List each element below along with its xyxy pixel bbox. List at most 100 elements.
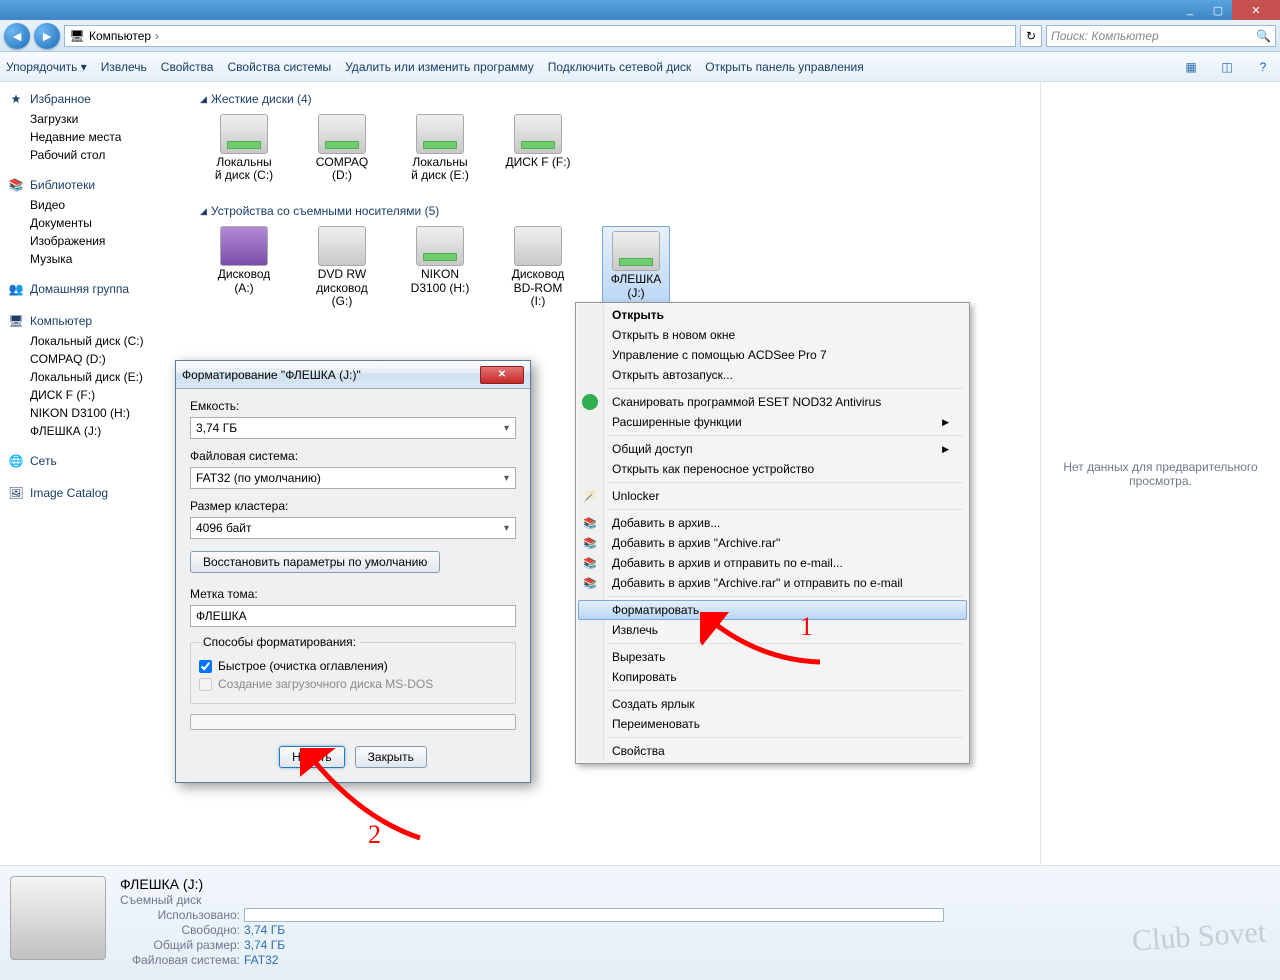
dialog-titlebar[interactable]: Форматирование "ФЛЕШКА (J:)" ✕ <box>176 361 530 389</box>
toolbar-uninstall[interactable]: Удалить или изменить программу <box>345 60 534 74</box>
close-button[interactable]: Закрыть <box>355 746 427 768</box>
minimize-button[interactable]: _ <box>1176 0 1204 20</box>
search-input[interactable]: Поиск: Компьютер 🔍 <box>1046 25 1276 47</box>
winrar-icon: 📚 <box>582 575 598 591</box>
ctx-shortcut[interactable]: Создать ярлык <box>578 694 967 714</box>
breadcrumb[interactable]: 🖥 Компьютер › <box>64 25 1016 47</box>
drive-g[interactable]: DVD RWдисковод(G:) <box>308 226 376 308</box>
preview-pane-icon[interactable]: ◫ <box>1216 56 1238 78</box>
ctx-cut[interactable]: Вырезать <box>578 647 967 667</box>
ctx-rar-email[interactable]: 📚Добавить в архив и отправить по e-mail.… <box>578 553 967 573</box>
sidebar-favorites[interactable]: ★Избранное <box>2 88 188 110</box>
sidebar-libraries[interactable]: 📚Библиотеки <box>2 174 188 196</box>
ctx-rename[interactable]: Переименовать <box>578 714 967 734</box>
sidebar-drive-f[interactable]: ДИСК F (F:) <box>2 386 188 404</box>
sidebar-desktop[interactable]: Рабочий стол <box>2 146 188 164</box>
ctx-autorun[interactable]: Открыть автозапуск... <box>578 365 967 385</box>
drive-j-selected[interactable]: ФЛЕШКА(J:) <box>602 226 670 308</box>
drive-icon <box>220 114 268 154</box>
filesystem-select[interactable]: FAT32 (по умолчанию) <box>190 467 516 489</box>
ctx-eject[interactable]: Извлечь <box>578 620 967 640</box>
collapse-icon: ◢ <box>200 94 207 105</box>
computer-icon: 🖥 <box>69 28 85 44</box>
drive-f[interactable]: ДИСК F (F:) <box>504 114 572 182</box>
ctx-copy[interactable]: Копировать <box>578 667 967 687</box>
details-used-label: Использовано: <box>120 908 240 922</box>
sidebar-computer[interactable]: 🖥Компьютер <box>2 310 188 332</box>
drive-icon <box>416 226 464 266</box>
drive-e[interactable]: Локальный диск (E:) <box>406 114 474 182</box>
ctx-properties[interactable]: Свойства <box>578 741 967 761</box>
sidebar-drive-j[interactable]: ФЛЕШКА (J:) <box>2 422 188 440</box>
toolbar-control-panel[interactable]: Открыть панель управления <box>705 60 864 74</box>
navigation-bar: ◄ ► 🖥 Компьютер › ↻ Поиск: Компьютер 🔍 <box>0 20 1280 52</box>
sidebar-videos[interactable]: Видео <box>2 196 188 214</box>
capacity-label: Емкость: <box>190 399 516 413</box>
ctx-format[interactable]: Форматировать... <box>578 600 967 620</box>
sidebar-pictures[interactable]: Изображения <box>2 232 188 250</box>
drive-d[interactable]: COMPAQ(D:) <box>308 114 376 182</box>
ctx-open-new-window[interactable]: Открыть в новом окне <box>578 325 967 345</box>
toolbar-system-properties[interactable]: Свойства системы <box>227 60 331 74</box>
sidebar-network[interactable]: 🌐Сеть <box>2 450 188 472</box>
drive-a[interactable]: Дисковод(A:) <box>210 226 278 308</box>
annotation-number-1: 1 <box>800 612 813 642</box>
star-icon: ★ <box>8 91 24 107</box>
dialog-close-button[interactable]: ✕ <box>480 366 524 384</box>
help-icon[interactable]: ? <box>1252 56 1274 78</box>
breadcrumb-sep: › <box>155 29 159 43</box>
ctx-rar-add[interactable]: 📚Добавить в архив... <box>578 513 967 533</box>
submenu-arrow-icon: ▶ <box>942 417 949 428</box>
ctx-share[interactable]: Общий доступ▶ <box>578 439 967 459</box>
section-hdd[interactable]: ◢Жесткие диски (4) <box>200 88 1030 114</box>
unlocker-icon: 🪄 <box>582 488 598 504</box>
computer-icon: 🖥 <box>8 313 24 329</box>
sidebar-homegroup[interactable]: 👥Домашняя группа <box>2 278 188 300</box>
window-chrome: _ ▢ ✕ <box>0 0 1280 20</box>
details-free-label: Свободно: <box>120 923 240 937</box>
ctx-rar-add-named[interactable]: 📚Добавить в архив "Archive.rar" <box>578 533 967 553</box>
eset-icon <box>582 394 598 410</box>
restore-defaults-button[interactable]: Восстановить параметры по умолчанию <box>190 551 440 573</box>
sidebar-drive-c[interactable]: Локальный диск (C:) <box>2 332 188 350</box>
refresh-button[interactable]: ↻ <box>1020 25 1042 47</box>
sidebar-image-catalog[interactable]: 🖼Image Catalog <box>2 482 188 504</box>
volume-label-input[interactable]: ФЛЕШКА <box>190 605 516 627</box>
ctx-unlocker[interactable]: 🪄Unlocker <box>578 486 967 506</box>
ctx-open[interactable]: Открыть <box>578 305 967 325</box>
drive-h[interactable]: NIKOND3100 (H:) <box>406 226 474 308</box>
nav-back-button[interactable]: ◄ <box>4 23 30 49</box>
libraries-icon: 📚 <box>8 177 24 193</box>
sidebar-drive-h[interactable]: NIKON D3100 (H:) <box>2 404 188 422</box>
toolbar-organize[interactable]: Упорядочить ▾ <box>6 60 87 74</box>
quick-format-checkbox[interactable]: Быстрое (очистка оглавления) <box>199 657 507 675</box>
sidebar-drive-d[interactable]: COMPAQ (D:) <box>2 350 188 368</box>
details-fs-label: Файловая система: <box>120 953 240 967</box>
sidebar-downloads[interactable]: Загрузки <box>2 110 188 128</box>
ctx-rar-email-named[interactable]: 📚Добавить в архив "Archive.rar" и отправ… <box>578 573 967 593</box>
maximize-button[interactable]: ▢ <box>1204 0 1232 20</box>
sidebar-drive-e[interactable]: Локальный диск (E:) <box>2 368 188 386</box>
start-button[interactable]: Начать <box>279 746 345 768</box>
drive-c[interactable]: Локальный диск (C:) <box>210 114 278 182</box>
nav-forward-button[interactable]: ► <box>34 23 60 49</box>
sidebar-documents[interactable]: Документы <box>2 214 188 232</box>
ctx-portable[interactable]: Открыть как переносное устройство <box>578 459 967 479</box>
toolbar-properties[interactable]: Свойства <box>161 60 214 74</box>
ctx-eset-scan[interactable]: Сканировать программой ESET NOD32 Antivi… <box>578 392 967 412</box>
details-total-value: 3,74 ГБ <box>244 938 285 952</box>
cluster-select[interactable]: 4096 байт <box>190 517 516 539</box>
format-methods-group: Способы форматирования: Быстрое (очистка… <box>190 635 516 704</box>
sidebar-music[interactable]: Музыка <box>2 250 188 268</box>
toolbar-map-drive[interactable]: Подключить сетевой диск <box>548 60 691 74</box>
view-icon[interactable]: ▦ <box>1180 56 1202 78</box>
close-button[interactable]: ✕ <box>1232 0 1280 20</box>
ctx-advanced[interactable]: Расширенные функции▶ <box>578 412 967 432</box>
toolbar-extract[interactable]: Извлечь <box>101 60 147 74</box>
drive-icon <box>514 114 562 154</box>
sidebar-recent[interactable]: Недавние места <box>2 128 188 146</box>
section-removable[interactable]: ◢Устройства со съемными носителями (5) <box>200 200 1030 226</box>
ctx-acdsee[interactable]: Управление с помощью ACDSee Pro 7 <box>578 345 967 365</box>
capacity-select[interactable]: 3,74 ГБ <box>190 417 516 439</box>
drive-i[interactable]: ДисководBD-ROM(I:) <box>504 226 572 308</box>
